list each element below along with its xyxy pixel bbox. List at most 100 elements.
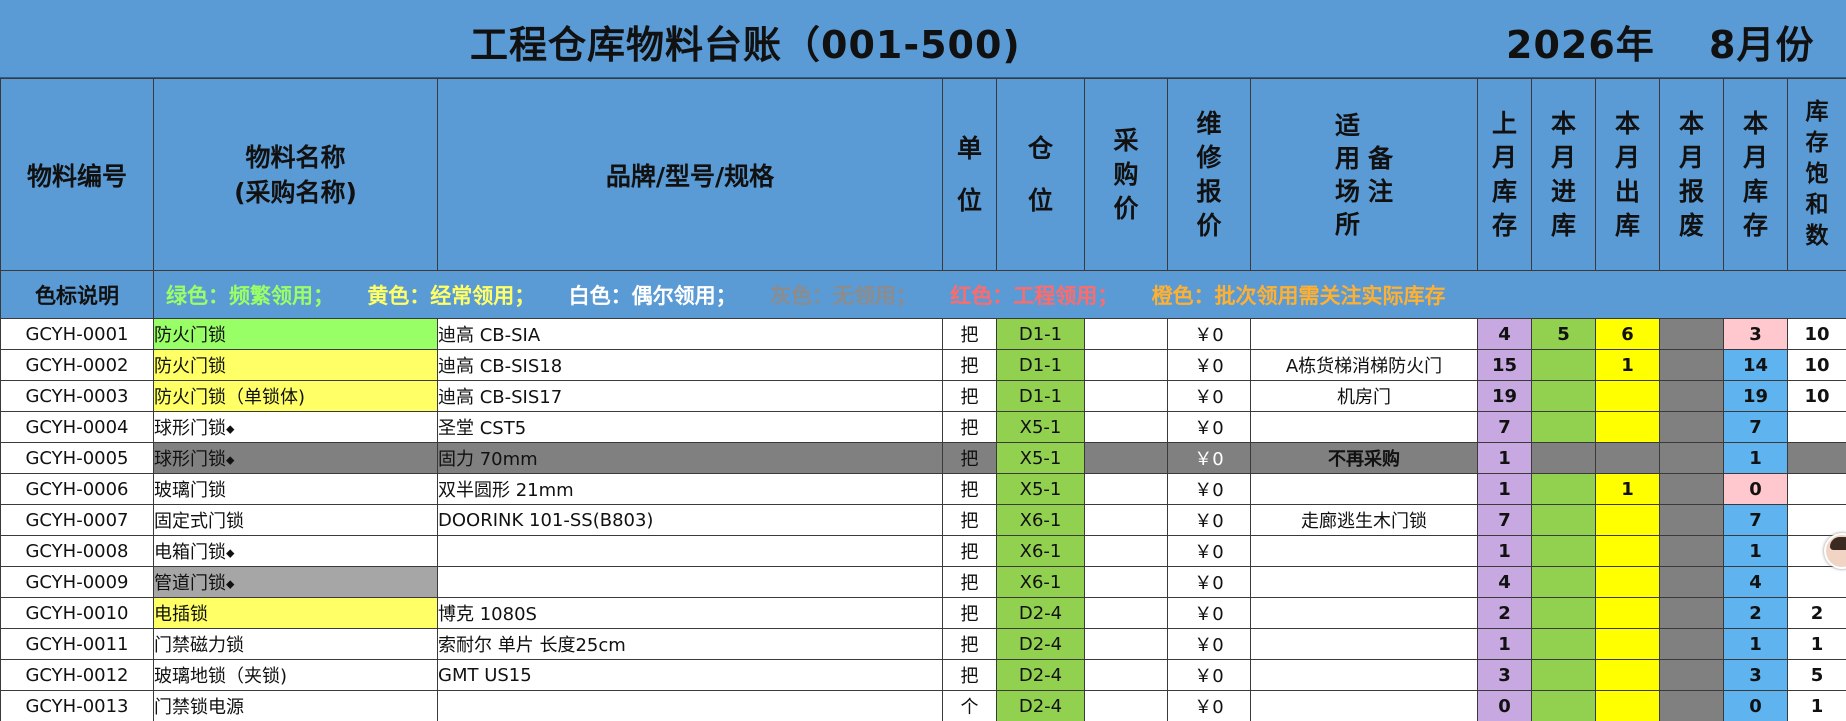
cell-saturation[interactable] [1787,411,1846,443]
cell-usage[interactable] [1250,535,1478,567]
cell-stock[interactable]: 19 [1723,380,1788,412]
cell-usage[interactable]: 机房门 [1250,380,1478,412]
sheet-title[interactable]: 工程仓库物料台账（001-500) [470,14,1021,69]
cell-purchase-price[interactable] [1084,628,1168,660]
cell-location[interactable]: D2-4 [996,659,1085,691]
cell-out[interactable]: 1 [1595,473,1660,505]
cell-scrap[interactable] [1659,349,1724,381]
cell-saturation[interactable] [1787,442,1846,474]
cell-out[interactable]: 1 [1595,349,1660,381]
cell-stock[interactable]: 2 [1723,597,1788,629]
cell-stock[interactable]: 1 [1723,442,1788,474]
cell-repair-price[interactable]: ￥0 [1167,504,1251,536]
cell-location[interactable]: D2-4 [996,628,1085,660]
cell-in[interactable] [1531,504,1596,536]
cell-spec[interactable]: 迪高 CB-SIA [437,318,943,350]
cell-usage[interactable]: 不再采购 [1250,442,1478,474]
cell-out[interactable] [1595,659,1660,691]
cell-name[interactable]: 门禁磁力锁 [153,628,438,660]
cell-usage[interactable] [1250,659,1478,691]
cell-unit[interactable]: 把 [942,349,997,381]
cell-stock[interactable]: 7 [1723,504,1788,536]
cell-location[interactable]: D2-4 [996,690,1085,721]
cell-out[interactable] [1595,380,1660,412]
cell-in[interactable] [1531,411,1596,443]
legend-items[interactable]: 绿色：频繁领用； 黄色：经常领用； 白色：偶尔领用； 灰色：无领用； 红色：工程… [153,270,1846,319]
cell-unit[interactable]: 把 [942,535,997,567]
header-usage-remark[interactable]: 适用场所 备注 [1250,78,1478,271]
cell-last-stock[interactable]: 1 [1477,473,1532,505]
cell-code[interactable]: GCYH-0010 [0,597,154,629]
cell-code[interactable]: GCYH-0002 [0,349,154,381]
cell-usage[interactable] [1250,411,1478,443]
cell-purchase-price[interactable] [1084,442,1168,474]
cell-out[interactable] [1595,628,1660,660]
cell-unit[interactable]: 把 [942,473,997,505]
cell-purchase-price[interactable] [1084,597,1168,629]
cell-scrap[interactable] [1659,411,1724,443]
cell-last-stock[interactable]: 19 [1477,380,1532,412]
cell-unit[interactable]: 把 [942,442,997,474]
cell-spec[interactable]: DOORINK 101-SS(B803) [437,504,943,536]
cell-last-stock[interactable]: 7 [1477,504,1532,536]
cell-name[interactable]: 电箱门锁◆ [153,535,438,567]
cell-location[interactable]: X5-1 [996,411,1085,443]
header-in[interactable]: 本月进库 [1531,78,1596,271]
cell-code[interactable]: GCYH-0001 [0,318,154,350]
cell-location[interactable]: X5-1 [996,442,1085,474]
cell-purchase-price[interactable] [1084,380,1168,412]
table-row[interactable]: GCYH-0009 管道门锁◆ 把 X6-1 ￥0 4 4 [0,566,1846,598]
cell-purchase-price[interactable] [1084,535,1168,567]
cell-out[interactable] [1595,690,1660,721]
table-row[interactable]: GCYH-0005 球形门锁◆ 固力 70mm 把 X5-1 ￥0 不再采购 1 1 [0,442,1846,474]
cell-purchase-price[interactable] [1084,473,1168,505]
title-month[interactable]: 8月份 [1709,14,1814,69]
cell-stock[interactable]: 14 [1723,349,1788,381]
cell-code[interactable]: GCYH-0006 [0,473,154,505]
cell-spec[interactable]: 迪高 CB-SIS17 [437,380,943,412]
cell-spec[interactable] [437,566,943,598]
cell-scrap[interactable] [1659,380,1724,412]
cell-in[interactable] [1531,690,1596,721]
header-code[interactable]: 物料编号 [0,78,154,271]
cell-spec[interactable]: 固力 70mm [437,442,943,474]
cell-code[interactable]: GCYH-0011 [0,628,154,660]
cell-code[interactable]: GCYH-0008 [0,535,154,567]
cell-location[interactable]: X5-1 [996,473,1085,505]
cell-out[interactable] [1595,535,1660,567]
cell-name[interactable]: 防火门锁（单锁体) [153,380,438,412]
cell-in[interactable] [1531,349,1596,381]
cell-spec[interactable] [437,690,943,721]
cell-last-stock[interactable]: 4 [1477,318,1532,350]
cell-name[interactable]: 管道门锁◆ [153,566,438,598]
cell-location[interactable]: D2-4 [996,597,1085,629]
cell-spec[interactable]: GMT US15 [437,659,943,691]
cell-in[interactable] [1531,659,1596,691]
cell-usage[interactable] [1250,690,1478,721]
cell-out[interactable] [1595,504,1660,536]
cell-purchase-price[interactable] [1084,566,1168,598]
cell-code[interactable]: GCYH-0013 [0,690,154,721]
cell-repair-price[interactable]: ￥0 [1167,473,1251,505]
cell-repair-price[interactable]: ￥0 [1167,690,1251,721]
cell-spec[interactable]: 迪高 CB-SIS18 [437,349,943,381]
table-row[interactable]: GCYH-0001 防火门锁 迪高 CB-SIA 把 D1-1 ￥0 4 5 6 3 10 [0,318,1846,350]
cell-name[interactable]: 防火门锁 [153,349,438,381]
header-last-stock[interactable]: 上月库存 [1477,78,1532,271]
cell-purchase-price[interactable] [1084,504,1168,536]
cell-usage[interactable] [1250,597,1478,629]
cell-saturation[interactable]: 1 [1787,628,1846,660]
cell-usage[interactable] [1250,318,1478,350]
cell-code[interactable]: GCYH-0003 [0,380,154,412]
header-name[interactable]: 物料名称 (采购名称) [153,78,438,271]
cell-unit[interactable]: 把 [942,628,997,660]
header-repair-price[interactable]: 维修报价 [1167,78,1251,271]
cell-saturation[interactable] [1787,473,1846,505]
cell-repair-price[interactable]: ￥0 [1167,318,1251,350]
cell-unit[interactable]: 把 [942,566,997,598]
cell-unit[interactable]: 把 [942,659,997,691]
cell-saturation[interactable]: 2 [1787,597,1846,629]
cell-repair-price[interactable]: ￥0 [1167,349,1251,381]
cell-in[interactable] [1531,597,1596,629]
table-row[interactable]: GCYH-0011 门禁磁力锁 索耐尔 单片 长度25cm 把 D2-4 ￥0 1 1 1 [0,628,1846,660]
